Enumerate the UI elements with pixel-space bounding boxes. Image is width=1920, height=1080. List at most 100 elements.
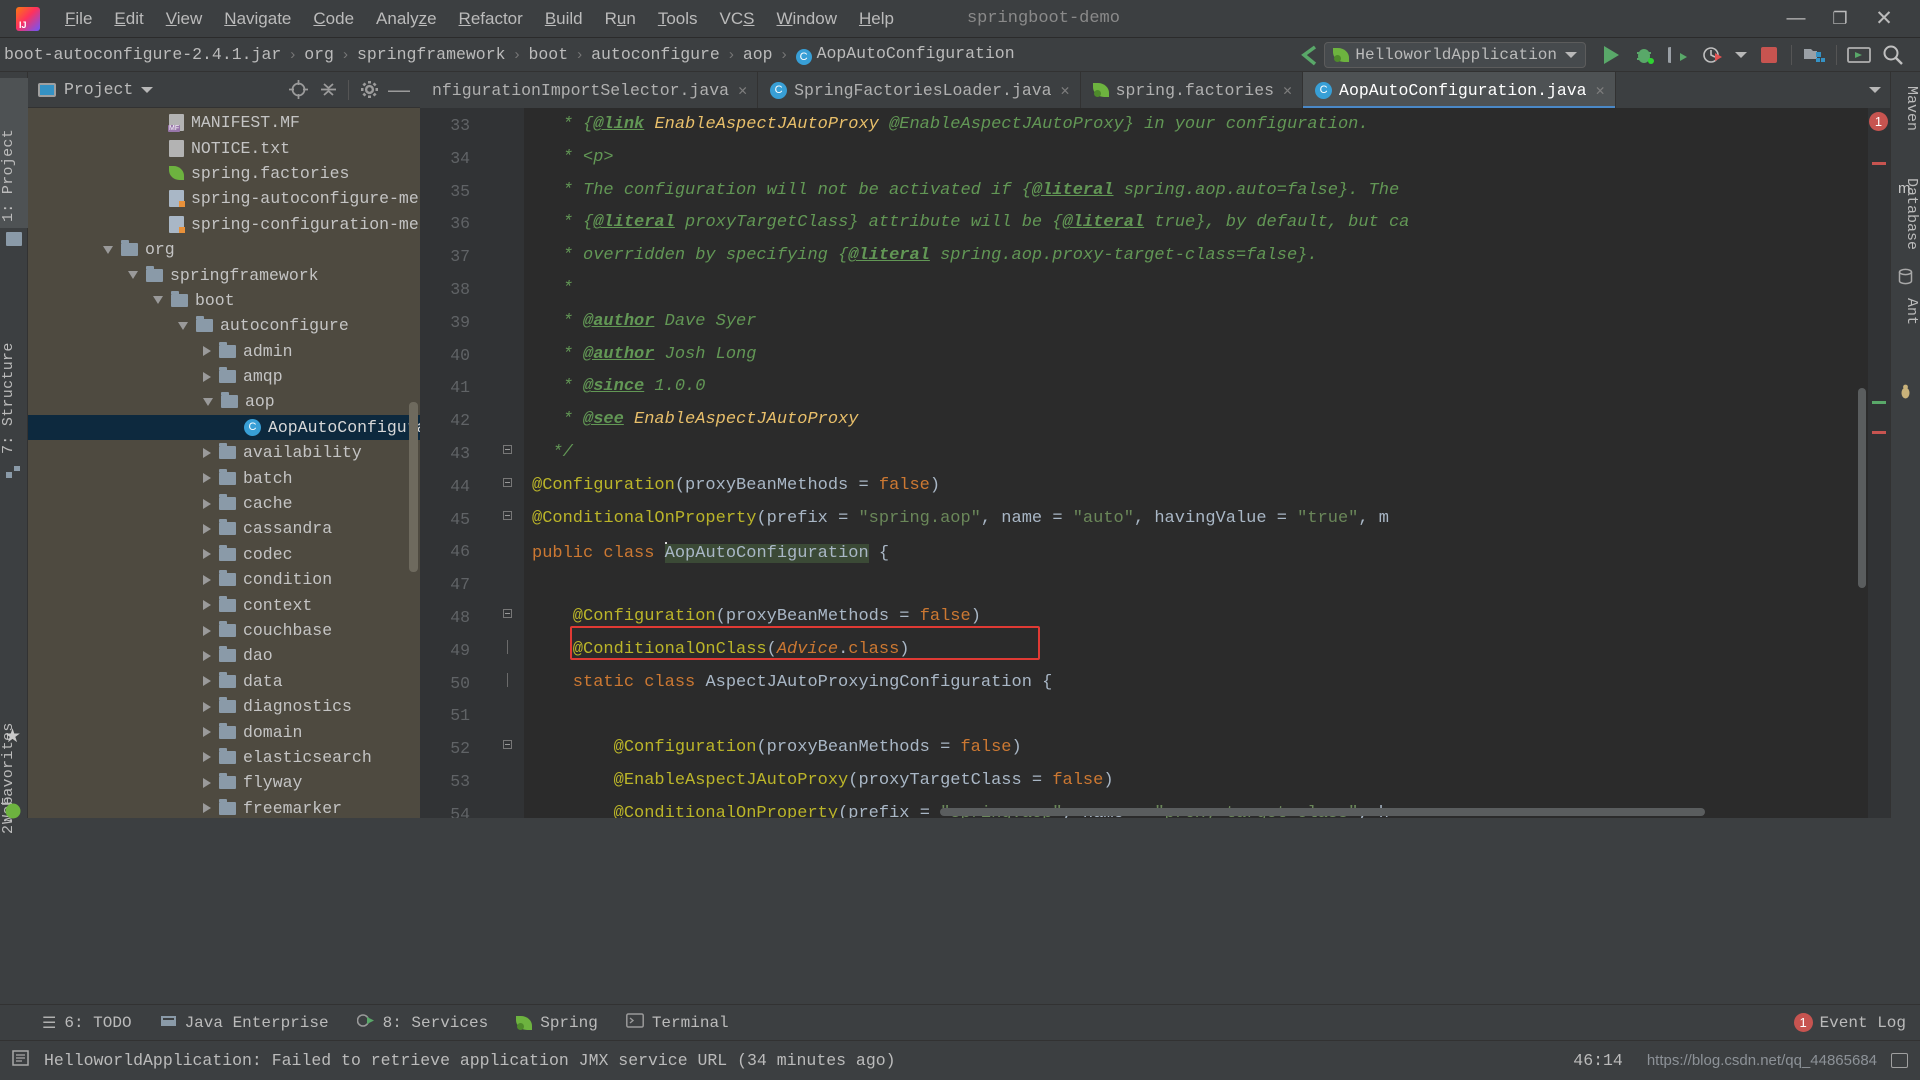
close-button[interactable]: ✕ — [1862, 6, 1906, 31]
editor-gutter[interactable]: 33 34 35 36 37 38 39 40 41 42 43 44 45 46 47 48 49 50 51 52… — [420, 108, 524, 818]
tree-item[interactable]: cache — [28, 491, 420, 516]
debug-button[interactable] — [1628, 40, 1662, 70]
tree-item[interactable]: couchbase — [28, 618, 420, 643]
caret-position[interactable]: 46:14 — [1573, 1051, 1623, 1070]
run-configuration-selector[interactable]: HelloworldApplication — [1324, 41, 1586, 68]
menu-item-build[interactable]: Build — [534, 6, 594, 32]
project-structure-button[interactable] — [1797, 40, 1831, 70]
editor-tab[interactable]: nfigurationImportSelector.java ✕ — [420, 72, 759, 108]
editor-tab[interactable]: C SpringFactoriesLoader.java ✕ — [758, 72, 1081, 108]
event-log-button[interactable]: 1 Event Log — [1793, 1013, 1920, 1032]
editor-tab[interactable]: spring.factories ✕ — [1080, 72, 1304, 108]
tree-item[interactable]: data — [28, 669, 420, 694]
locate-file-button[interactable] — [283, 75, 313, 105]
tree-item[interactable]: elasticsearch — [28, 745, 420, 770]
tree-item[interactable]: NOTICE.txt — [28, 135, 420, 160]
breadcrumb-item-0[interactable]: boot-autoconfigure-2.4.1.jar — [2, 45, 283, 64]
chevron-right-icon[interactable] — [203, 549, 211, 560]
menu-item-vcs[interactable]: VCS — [709, 6, 766, 32]
editor-horizontal-scrollbar[interactable] — [940, 808, 1705, 816]
tree-item[interactable]: amqp — [28, 364, 420, 389]
error-stripe-marker[interactable] — [1872, 431, 1886, 434]
tree-item[interactable]: domain — [28, 719, 420, 744]
chevron-right-icon[interactable] — [203, 752, 211, 763]
tree-item[interactable]: cassandra — [28, 516, 420, 541]
chevron-down-icon[interactable] — [128, 271, 138, 280]
chevron-right-icon[interactable] — [203, 727, 211, 738]
code-fold-marker[interactable] — [500, 509, 514, 523]
profiler-dropdown[interactable] — [1730, 51, 1752, 58]
tree-item[interactable]: admin — [28, 339, 420, 364]
tree-item[interactable]: springframework — [28, 262, 420, 287]
breadcrumb-item-2[interactable]: springframework — [355, 45, 508, 64]
error-stripe-marker[interactable] — [1872, 401, 1886, 404]
tree-item[interactable]: availability — [28, 440, 420, 465]
error-stripe-marker[interactable] — [1872, 162, 1886, 165]
chevron-right-icon[interactable] — [203, 600, 211, 611]
menu-item-code[interactable]: Code — [302, 6, 365, 32]
tree-item[interactable]: diagnostics — [28, 694, 420, 719]
bottom-tab-todo[interactable]: ☰ 6: TODO — [28, 1013, 146, 1033]
run-button[interactable] — [1594, 40, 1628, 70]
sidebar-item-maven[interactable]: Maven — [1890, 80, 1920, 137]
menu-item-edit[interactable]: Edit — [103, 6, 154, 32]
breadcrumb-item-4[interactable]: autoconfigure — [589, 45, 722, 64]
project-tree[interactable]: MANIFEST.MF NOTICE.txt spring.factories spr… — [28, 108, 420, 818]
chevron-right-icon[interactable] — [203, 701, 211, 712]
editor-vertical-scrollbar[interactable] — [1858, 388, 1866, 588]
code-fold-marker[interactable] — [500, 738, 514, 752]
tree-item[interactable]: org — [28, 237, 420, 262]
sidebar-item-structure[interactable]: 7: Structure — [0, 270, 28, 460]
menu-item-view[interactable]: View — [155, 6, 214, 32]
chevron-down-icon[interactable] — [178, 321, 188, 330]
breadcrumb-item-1[interactable]: org — [302, 45, 336, 64]
tree-item[interactable]: condition — [28, 567, 420, 592]
chevron-right-icon[interactable] — [203, 523, 211, 534]
menu-item-refactor[interactable]: Refactor — [448, 6, 534, 32]
error-count-badge[interactable]: 1 — [1869, 112, 1888, 131]
tree-item[interactable]: spring-configuration-metadat — [28, 212, 420, 237]
chevron-right-icon[interactable] — [203, 447, 211, 458]
sidebar-item-ant[interactable]: Ant — [1890, 292, 1920, 331]
close-icon[interactable]: ✕ — [1061, 81, 1070, 100]
tree-item[interactable]: freemarker — [28, 796, 420, 818]
tree-item[interactable]: spring-autoconfigure-metadat — [28, 186, 420, 211]
search-everywhere-button[interactable] — [1876, 40, 1910, 70]
menu-item-tools[interactable]: Tools — [647, 6, 709, 32]
tree-item[interactable]: context — [28, 592, 420, 617]
close-icon[interactable]: ✕ — [1283, 81, 1292, 100]
tree-item[interactable]: codec — [28, 542, 420, 567]
tree-item[interactable]: boot — [28, 288, 420, 313]
chevron-right-icon[interactable] — [203, 625, 211, 636]
chevron-down-icon[interactable] — [1565, 51, 1577, 58]
run-with-coverage-button[interactable] — [1662, 40, 1696, 70]
menu-item-run[interactable]: Run — [594, 6, 647, 32]
chevron-right-icon[interactable] — [203, 650, 211, 661]
menu-item-analyze[interactable]: Analyze — [365, 6, 448, 32]
maximize-button[interactable]: ❐ — [1818, 9, 1862, 29]
editor-right-gutter[interactable]: 1 — [1868, 108, 1890, 818]
menu-item-file[interactable]: File — [54, 6, 103, 32]
breadcrumb-item-6[interactable]: C AopAutoConfiguration — [794, 44, 1017, 65]
menu-item-window[interactable]: Window — [766, 6, 848, 32]
chevron-down-icon[interactable] — [141, 86, 154, 93]
code-fold-marker[interactable] — [500, 607, 514, 621]
bottom-tab-services[interactable]: 8: Services — [343, 1013, 503, 1033]
chevron-down-icon[interactable] — [103, 245, 113, 254]
chevron-right-icon[interactable] — [203, 676, 211, 687]
chevron-right-icon[interactable] — [203, 803, 211, 814]
tree-item[interactable]: batch — [28, 465, 420, 490]
code-fold-marker[interactable] — [500, 443, 514, 457]
breadcrumb-item-5[interactable]: aop — [741, 45, 775, 64]
chevron-right-icon[interactable] — [203, 574, 211, 585]
profiler-button[interactable] — [1696, 40, 1730, 70]
breadcrumb-item-3[interactable]: boot — [527, 45, 571, 64]
editor-tab[interactable]: C AopAutoConfiguration.java ✕ — [1303, 72, 1616, 108]
minimize-button[interactable]: — — [1774, 8, 1818, 30]
bottom-tab-terminal[interactable]: Terminal — [612, 1012, 743, 1033]
chevron-right-icon[interactable] — [203, 777, 211, 788]
editor-tabs-overflow-button[interactable] — [1860, 72, 1890, 108]
tree-item[interactable]: dao — [28, 643, 420, 668]
sidebar-item-project[interactable]: 1: Project — [0, 78, 28, 228]
tree-item[interactable]: flyway — [28, 770, 420, 795]
